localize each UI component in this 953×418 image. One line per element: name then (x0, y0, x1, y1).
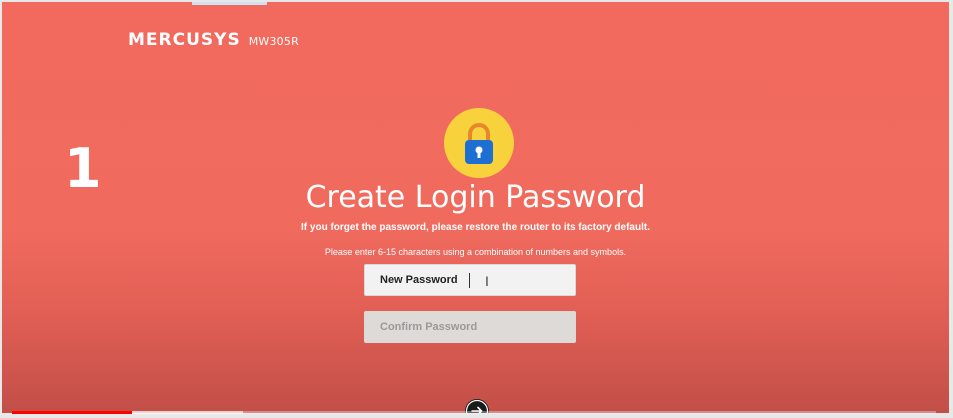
model-name: MW305R (248, 35, 299, 48)
page-title: Create Login Password (305, 180, 646, 215)
lock-icon (444, 108, 514, 178)
new-password-placeholder: New Password (380, 274, 458, 286)
router-setup-page: MERCUSYS MW305R 1 Create Login Password … (2, 2, 949, 413)
new-password-field[interactable]: New Password I (364, 264, 576, 296)
brand-header: MERCUSYS MW305R (128, 30, 299, 50)
video-progress-bar[interactable] (12, 411, 936, 414)
text-cursor-icon: I (485, 273, 489, 289)
text-caret (469, 273, 470, 288)
brand-logo: MERCUSYS (128, 30, 241, 50)
password-hint-text: Please enter 6-15 characters using a com… (324, 247, 627, 257)
top-highlight-strip (192, 2, 267, 5)
confirm-password-placeholder: Confirm Password (380, 321, 478, 333)
confirm-password-field[interactable]: Confirm Password (364, 311, 576, 343)
video-played-bar (12, 411, 133, 414)
reset-warning-text: If you forget the password, please resto… (301, 222, 650, 233)
